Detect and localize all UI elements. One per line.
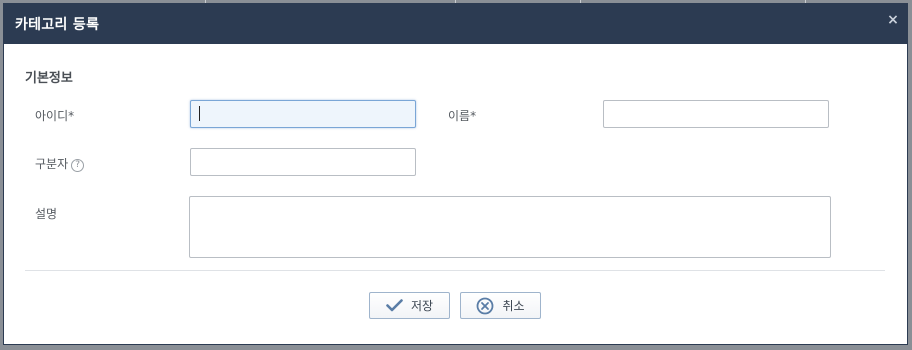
separator-label-text: 구분자 [35,157,69,171]
section-title: 기본정보 [25,71,73,86]
category-register-dialog: 카테고리 등록 × 기본정보 아이디* 이름* 구분자? 설명 저장 취소 [3,3,908,345]
separator-label: 구분자? [35,155,85,172]
id-label: 아이디* [35,109,75,123]
question-circle-icon[interactable]: ? [71,159,85,172]
save-button[interactable]: 저장 [369,292,450,319]
cancel-button[interactable]: 취소 [460,292,541,319]
description-textarea[interactable] [189,196,831,258]
description-label: 설명 [35,207,58,221]
cancel-circle-icon [477,297,494,314]
separator-input[interactable] [190,148,416,176]
text-caret [199,106,200,121]
save-button-label: 저장 [410,299,434,313]
dialog-title: 카테고리 등록 [15,17,100,33]
footer-divider [25,270,885,271]
close-icon[interactable]: × [885,12,901,28]
check-icon [386,299,403,312]
id-input[interactable] [190,100,416,128]
name-label: 이름* [448,109,477,123]
name-input[interactable] [603,100,829,128]
dialog-titlebar: 카테고리 등록 × [4,4,907,44]
cancel-button-label: 취소 [502,299,525,313]
